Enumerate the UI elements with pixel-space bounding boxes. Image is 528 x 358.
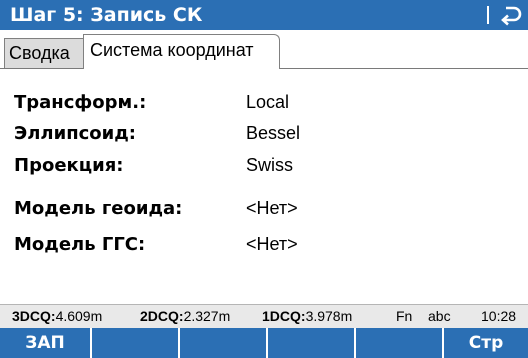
softkey-store[interactable]: ЗАП xyxy=(0,328,92,358)
dcq3-label: 3DCQ: xyxy=(12,308,56,324)
geoid-model-label: Модель геоида: xyxy=(14,198,183,219)
softkey-5[interactable] xyxy=(356,328,444,358)
dcq1-label: 1DCQ: xyxy=(262,308,306,324)
dcq1-readout: 1DCQ:3.978m xyxy=(262,305,352,327)
title-separator xyxy=(487,6,489,24)
softkey-3[interactable] xyxy=(180,328,268,358)
dcq2-readout: 2DCQ:2.327m xyxy=(140,305,230,327)
transform-label: Трансформ.: xyxy=(14,92,147,113)
tab-coordinate-system[interactable]: Система координат xyxy=(83,34,280,69)
projection-label: Проекция: xyxy=(14,155,124,176)
clock: 10:28 xyxy=(481,308,517,324)
title-bar: Шаг 5: Запись СК xyxy=(0,0,528,30)
screen: Шаг 5: Запись СК Сводка Система координа… xyxy=(0,0,528,358)
ggs-model-label: Модель ГГС: xyxy=(14,234,146,255)
dcq2-label: 2DCQ: xyxy=(140,308,184,324)
input-mode-indicator: abc xyxy=(428,308,451,324)
softkey-2[interactable] xyxy=(92,328,180,358)
tab-strip: Сводка Система координат xyxy=(0,30,528,72)
dcq1-value: 3.978m xyxy=(305,308,353,324)
transform-value: Local xyxy=(246,92,290,112)
ggs-model-value: <Нет> xyxy=(246,234,298,254)
dcq2-value: 2.327m xyxy=(183,308,231,324)
fn-indicator: Fn xyxy=(396,308,413,324)
ellipsoid-value: Bessel xyxy=(246,123,301,143)
return-arrow-icon[interactable] xyxy=(498,3,524,27)
softkey-page[interactable]: Стр xyxy=(444,328,528,358)
geoid-model-value: <Нет> xyxy=(246,198,298,218)
dcq3-value: 4.609m xyxy=(55,308,103,324)
window-title: Шаг 5: Запись СК xyxy=(10,4,203,26)
softkey-bar: ЗАП Стр xyxy=(0,328,528,358)
status-bar: 3DCQ:4.609m 2DCQ:2.327m 1DCQ:3.978m Fn a… xyxy=(0,304,528,328)
ellipsoid-label: Эллипсоид: xyxy=(14,123,137,144)
tab-summary[interactable]: Сводка xyxy=(4,38,84,68)
dcq3-readout: 3DCQ:4.609m xyxy=(12,305,102,327)
softkey-4[interactable] xyxy=(268,328,356,358)
projection-value: Swiss xyxy=(246,155,294,175)
